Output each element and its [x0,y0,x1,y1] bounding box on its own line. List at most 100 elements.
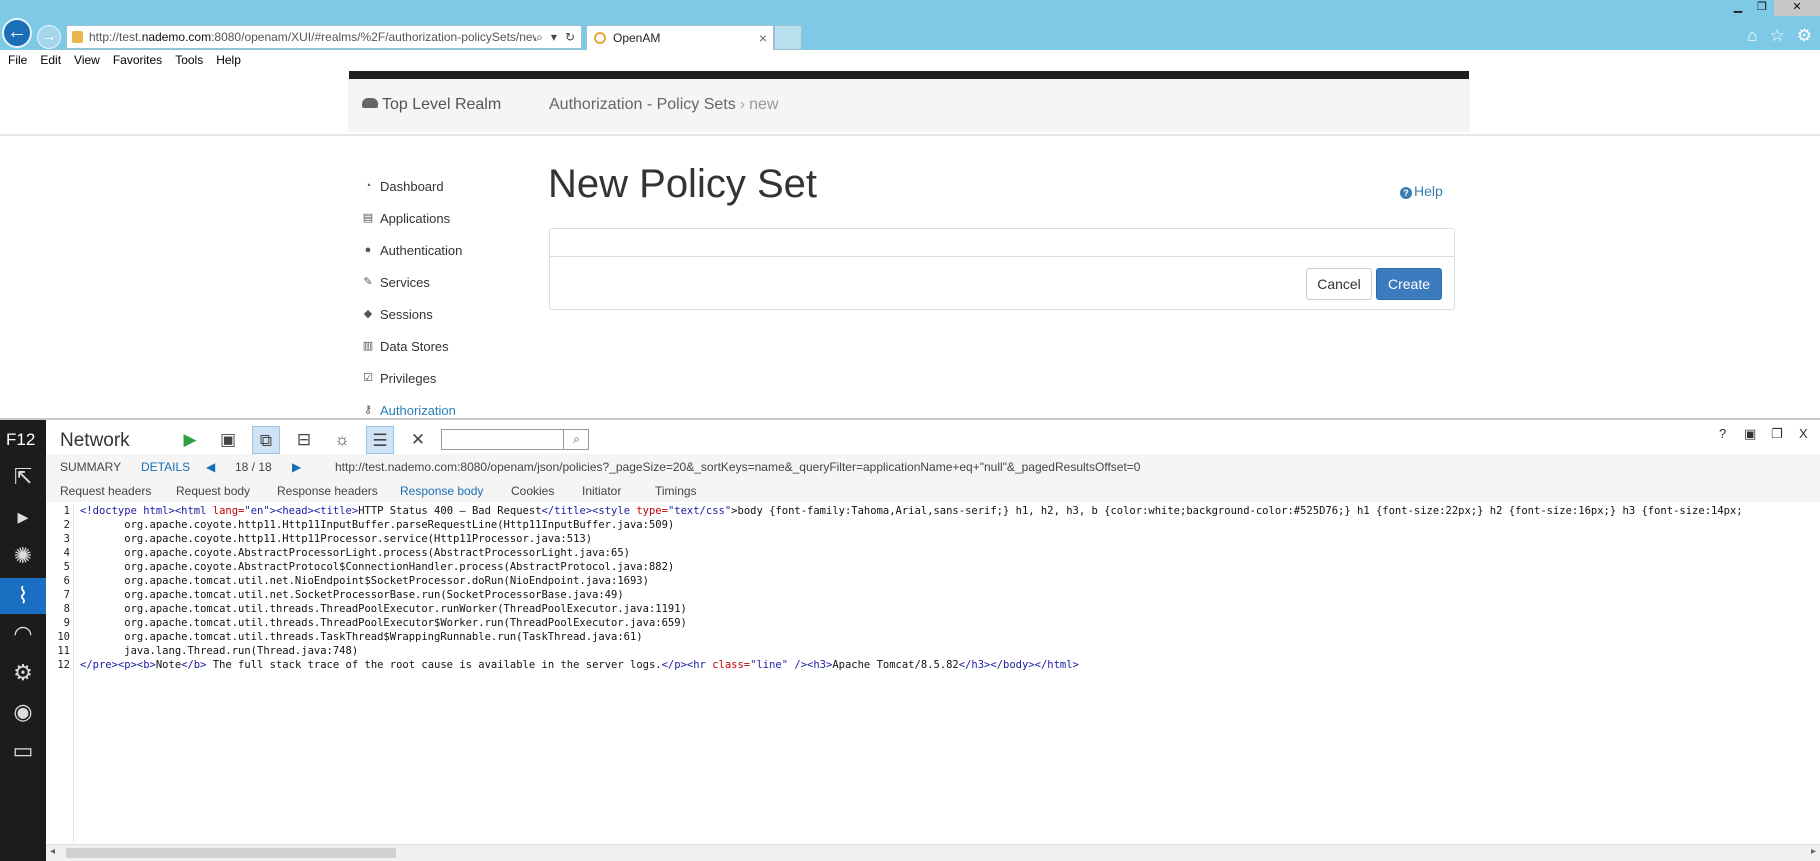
restore-button[interactable]: ❐ [1750,0,1774,16]
details-tab[interactable]: DETAILS [141,460,190,474]
clear-entries-icon[interactable]: ✕ [404,426,432,454]
code-line: org.apache.tomcat.util.net.NioEndpoint$S… [80,575,649,587]
settings-gear-icon[interactable]: ⚙ [1797,26,1812,46]
tab-request-headers[interactable]: Request headers [60,484,151,498]
question-icon: ? [1400,187,1412,199]
request-url: http://test.nademo.com:8080/openam/json/… [335,460,1141,474]
tab-timings[interactable]: Timings [655,484,697,498]
save-icon[interactable]: ▣ [214,426,242,454]
help-link[interactable]: ? Help [1400,183,1443,199]
tab-response-headers[interactable]: Response headers [277,484,378,498]
tab-request-body[interactable]: Request body [176,484,250,498]
scroll-left-icon[interactable]: ◂ [50,846,55,857]
summary-tab[interactable]: SUMMARY [60,460,121,474]
line-number: 9 [63,617,70,629]
new-tab-button[interactable] [774,25,802,50]
code-line: org.apache.tomcat.util.threads.ThreadPoo… [80,603,687,615]
clear-session-icon[interactable]: ⊟ [290,426,318,454]
list-view-icon[interactable]: ☰ [366,426,394,454]
page-title: New Policy Set [548,162,817,206]
sidebar-item-authentication[interactable]: ● Authentication [362,234,463,266]
scrollbar-thumb[interactable] [66,848,396,858]
line-number: 12 [57,659,70,671]
debugger-icon[interactable]: ✺ [8,541,38,571]
tab-response-body[interactable]: Response body [400,484,483,498]
memory-icon[interactable]: ⚙ [8,658,38,688]
help-icon[interactable]: ? [1719,426,1726,441]
breadcrumb-policy-sets[interactable]: Authorization - Policy Sets [549,96,736,113]
tab-favicon-icon [594,32,606,44]
performance-icon[interactable]: ◠ [8,619,38,649]
emulation-icon[interactable]: ▭ [8,736,38,766]
sidebar-item-data-stores[interactable]: ▥ Data Stores [362,330,462,362]
next-request-icon[interactable]: ▶ [292,460,301,474]
menu-favorites[interactable]: Favorites [113,50,175,71]
horizontal-scrollbar[interactable]: ◂ ▸ [46,844,1820,861]
dropdown-icon[interactable]: ▾ [551,26,557,48]
search-icon[interactable]: ⌕ [536,26,543,48]
code-token: </pre><p><b> [80,659,156,671]
menu-tools[interactable]: Tools [175,50,216,71]
code-token: </p><hr [661,659,713,671]
create-button[interactable]: Create [1376,268,1442,300]
tag-icon: ◆ [363,308,373,320]
code-token: ><head><title> [269,505,359,517]
close-tab-icon[interactable]: × [759,26,767,50]
tab-title: OpenAM [613,31,661,45]
f12-label: F12 [6,430,36,449]
line-number: 6 [63,575,70,587]
close-window-button[interactable]: ✕ [1774,0,1820,16]
code-token: <!doctype html> [80,505,175,517]
address-bar[interactable]: http://test.nademo.com:8080/openam/XUI/#… [66,25,582,49]
sidebar-item-label: Sessions [380,306,433,322]
request-counter: 18 / 18 [235,460,272,474]
refresh-icon[interactable]: ↻ [565,26,575,48]
find-search-icon[interactable]: ⌕ [563,429,589,450]
scroll-right-icon[interactable]: ▸ [1811,846,1816,857]
favorites-star-icon[interactable]: ☆ [1770,26,1785,46]
console-toggle-icon[interactable]: ▣ [1744,426,1756,442]
undock-icon[interactable]: ❐ [1771,426,1783,442]
sidebar-item-sessions[interactable]: ◆ Sessions [362,298,462,330]
home-icon[interactable]: ⌂ [1747,26,1757,46]
forward-button[interactable]: → [37,25,61,49]
sidebar-item-applications[interactable]: ▤ Applications [362,202,462,234]
menu-view[interactable]: View [74,50,113,71]
line-number: 1 [63,505,70,517]
minimize-button[interactable]: ▁ [1726,0,1750,16]
realm-link[interactable]: Top Level Realm [362,96,501,114]
cancel-button[interactable]: Cancel [1306,268,1372,300]
code-token: </b> [181,659,207,671]
tab-initiator[interactable]: Initiator [582,484,621,498]
sidebar-item-dashboard[interactable]: ◔ Dashboard [362,170,462,202]
clear-cache-icon[interactable]: ☼ [328,426,356,454]
devtools-tool-rail: F12 ⇱ ▸ ✺ ⌇ ◠ ⚙ ◉ ▭ [0,420,46,861]
menu-help[interactable]: Help [216,50,254,71]
breadcrumb-current: new [749,96,779,113]
menu-edit[interactable]: Edit [40,50,74,71]
sidebar-item-privileges[interactable]: ☑ Privileges [362,362,462,394]
menu-file[interactable]: File [8,50,40,71]
code-token: Note [155,659,182,671]
line-number: 5 [63,561,70,573]
network-icon[interactable]: ⌇ [0,578,46,614]
back-button[interactable]: ← [2,18,32,48]
always-refresh-icon[interactable]: ⧉ [252,426,280,454]
sidebar-item-services[interactable]: ✎ Services [362,266,462,298]
close-devtools-icon[interactable]: X [1799,426,1808,441]
console-icon[interactable]: ▸ [8,502,38,532]
previous-request-icon[interactable]: ◀ [206,460,215,474]
browser-tab[interactable]: OpenAM × [586,25,774,50]
checkbox-icon: ☑ [363,372,373,384]
start-profiling-icon[interactable]: ▶ [176,426,204,454]
dom-explorer-icon[interactable]: ⇱ [8,462,38,492]
camera-icon[interactable]: ◉ [8,697,38,727]
policy-set-form-panel: Cancel Create [549,228,1455,310]
tab-cookies[interactable]: Cookies [511,484,554,498]
code-token: <html [174,505,213,517]
code-line: org.apache.coyote.http11.Http11InputBuff… [80,519,675,531]
user-icon: ● [364,244,372,256]
realm-name: Top Level Realm [382,96,502,113]
code-line: org.apache.coyote.AbstractProtocol$Conne… [80,561,675,573]
site-icon [72,31,83,43]
